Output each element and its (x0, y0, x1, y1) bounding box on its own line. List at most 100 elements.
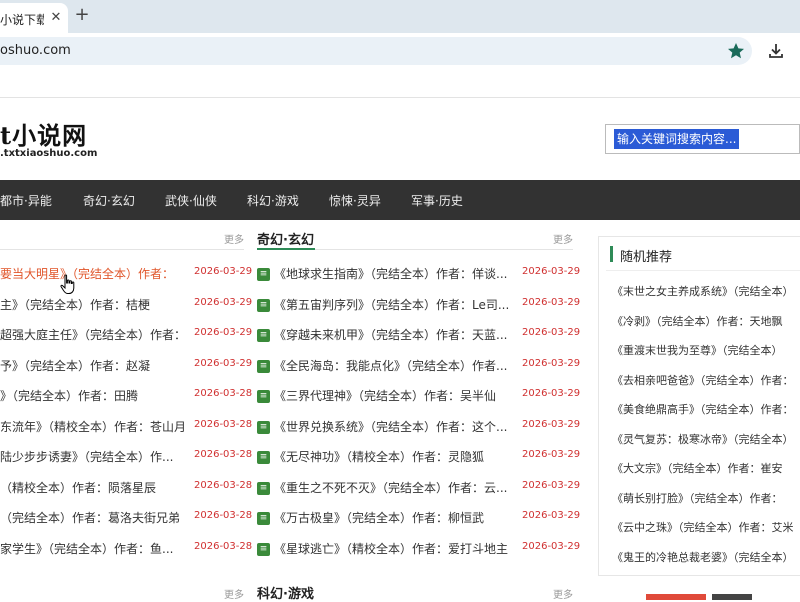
book-list-item[interactable]: ≡ 《万古极皇》（完结全本）作者：柳恒武 2026-03-29 (257, 509, 580, 529)
book-link[interactable]: （完结全本）作者：葛洛夫街兄弟 (0, 509, 190, 529)
book-link[interactable]: 超强大庭主任》（完结全本）作者： (0, 326, 190, 346)
book-link[interactable]: 《地球求生指南》（完结全本）作者：佯谈... (274, 265, 520, 285)
new-tab-button[interactable]: + (72, 6, 92, 26)
book-list-item[interactable]: （精校全本）作者：陨落星辰 2026-03-28 (0, 479, 252, 499)
book-icon: ≡ (257, 298, 270, 312)
sidebar-item[interactable]: 《萌长别打脸》（完结全本）作者： (612, 490, 800, 510)
book-list-item[interactable]: ≡ 《世界兑换系统》（完结全本）作者：这个... 2026-03-29 (257, 418, 580, 438)
nav-item-urban[interactable]: 都市·异能 (0, 192, 52, 209)
book-link[interactable]: 《世界兑换系统》（完结全本）作者：这个... (274, 418, 520, 438)
sidebar-item[interactable]: 《冷剥》（完结全本）作者：天地飘 (612, 313, 800, 333)
book-list-item[interactable]: 家学生》（完结全本）作者：鱼... 2026-03-28 (0, 540, 252, 560)
book-link[interactable]: 》（完结全本）作者：田腾 (0, 387, 190, 407)
sidebar-item[interactable]: 《灵气复苏：极寒冰帝》（完结全本） (612, 431, 800, 451)
book-list-item[interactable]: ≡ 《地球求生指南》（完结全本）作者：佯谈... 2026-03-29 (257, 265, 580, 285)
hand-cursor-icon (60, 274, 75, 294)
chrome-divider (0, 97, 800, 98)
book-date: 2026-03-28 (194, 388, 253, 399)
book-icon: ≡ (257, 329, 270, 342)
book-date: 2026-03-28 (194, 510, 253, 521)
sidebar-item[interactable]: 《大文宗》（完结全本）作者：崔安 (612, 460, 800, 480)
book-link[interactable]: 《重生之不死不灭》（完结全本）作者：云... (274, 479, 520, 499)
book-icon: ≡ (257, 512, 270, 525)
book-date: 2026-03-29 (522, 296, 581, 308)
book-icon: ≡ (257, 420, 270, 434)
book-date: 2026-03-29 (194, 357, 253, 369)
book-link[interactable]: （精校全本）作者：陨落星辰 (0, 479, 190, 499)
bottom-middle-section-title[interactable]: 科幻·游戏 (257, 583, 314, 602)
sidebar-item[interactable]: 《美食绝鼎高手》（完结全本）作者： (612, 401, 800, 421)
book-icon: ≡ (257, 451, 270, 464)
site-logo[interactable]: t小说网 (0, 116, 87, 151)
bottom-red-block (646, 594, 706, 600)
book-icon: ≡ (257, 542, 270, 556)
book-list-item[interactable]: 主》（完结全本）作者：桔梗 2026-03-29 (0, 296, 252, 316)
search-input[interactable]: 输入关键词搜索内容... (614, 129, 740, 149)
book-link[interactable]: 《穿越未来机甲》（完结全本）作者：天蓝... (274, 326, 520, 346)
book-list-item[interactable]: ≡ 《穿越未来机甲》（完结全本）作者：天蓝... 2026-03-29 (257, 326, 580, 346)
book-link[interactable]: 主》（完结全本）作者：桔梗 (0, 296, 190, 316)
book-link[interactable]: 东流年》（精校全本）作者：苍山月 (0, 418, 190, 438)
address-bar[interactable]: oshuo.com (0, 37, 752, 65)
book-date: 2026-03-29 (194, 296, 253, 308)
middle-section-title[interactable]: 奇幻·玄幻 (257, 229, 314, 248)
sidebar-item[interactable]: 《末世之女主养成系统》（完结全本） (612, 283, 800, 303)
browser-bookmarks-area (0, 69, 800, 97)
browser-tab-bar: 小说下载 ✕ + (0, 0, 800, 33)
book-list-item[interactable]: ≡ 《星球逃亡》（精校全本）作者：爱打斗地主 2026-03-29 (257, 540, 580, 560)
book-list-item[interactable]: 》（完结全本）作者：田腾 2026-03-28 (0, 387, 252, 407)
book-date: 2026-03-28 (194, 449, 253, 460)
browser-toolbar: oshuo.com (0, 33, 800, 69)
nav-item-military[interactable]: 军事·历史 (411, 192, 463, 209)
download-icon[interactable] (766, 41, 786, 61)
book-link[interactable]: 《星球逃亡》（精校全本）作者：爱打斗地主 (274, 540, 520, 560)
book-link[interactable]: 《万古极皇》（完结全本）作者：柳恒武 (274, 509, 520, 529)
sidebar-item[interactable]: 《去相亲吧爸爸》（完结全本）作者： (612, 372, 800, 392)
book-link[interactable]: 陆少步步诱妻》（完结全本）作... (0, 448, 190, 468)
book-icon: ≡ (257, 481, 270, 495)
search-box[interactable]: 输入关键词搜索内容... (605, 124, 800, 154)
book-link[interactable]: 《三界代理神》（完结全本）作者：吴半仙 (274, 387, 520, 407)
book-date: 2026-03-29 (194, 266, 253, 277)
book-list-item[interactable]: 陆少步步诱妻》（完结全本）作... 2026-03-28 (0, 448, 252, 468)
book-link[interactable]: 家学生》（完结全本）作者：鱼... (0, 540, 190, 560)
tab-close-icon[interactable]: ✕ (48, 9, 64, 27)
middle-section-more-link[interactable]: 更多 (553, 231, 573, 246)
browser-tab-active[interactable]: 小说下载 ✕ (0, 3, 68, 33)
category-nav: 都市·异能 奇幻·玄幻 武侠·仙侠 科幻·游戏 惊悚·灵异 军事·历史 (0, 180, 800, 220)
sidebar-item[interactable]: 《云中之珠》（完结全本）作者：艾米 (612, 519, 800, 539)
left-section-more-link[interactable]: 更多 (224, 231, 244, 246)
book-link[interactable]: 要当大明星》（完结全本）作者： (0, 265, 190, 285)
book-list-item[interactable]: （完结全本）作者：葛洛夫街兄弟 2026-03-28 (0, 509, 252, 529)
book-list-item[interactable]: ≡ 《重生之不死不灭》（完结全本）作者：云... 2026-03-29 (257, 479, 580, 499)
book-list-item[interactable]: ≡ 《全民海岛：我能点化》（完结全本）作者... 2026-03-29 (257, 357, 580, 377)
address-text[interactable]: oshuo.com (0, 43, 71, 58)
book-date: 2026-03-29 (522, 266, 581, 277)
book-icon: ≡ (257, 390, 270, 403)
book-date: 2026-03-28 (194, 540, 253, 552)
book-list-item[interactable]: 东流年》（精校全本）作者：苍山月 2026-03-28 (0, 418, 252, 438)
book-list-item[interactable]: ≡ 《无尽神功》（精校全本）作者：灵隐狐 2026-03-29 (257, 448, 580, 468)
book-list-item[interactable]: ≡ 《第五宙判序列》（完结全本）作者：Le司... 2026-03-29 (257, 296, 580, 316)
bottom-left-more-link[interactable]: 更多 (224, 586, 244, 601)
nav-item-horror[interactable]: 惊悚·灵异 (329, 192, 381, 209)
sidebar-item[interactable]: 《鬼王的冷艳总裁老婆》（完结全本） (612, 549, 800, 569)
nav-item-fantasy[interactable]: 奇幻·玄幻 (83, 192, 135, 209)
sidebar-title-accent (610, 246, 613, 262)
book-link[interactable]: 《第五宙判序列》（完结全本）作者：Le司... (274, 296, 520, 316)
book-list-item[interactable]: 要当大明星》（完结全本）作者： 2026-03-29 (0, 265, 252, 285)
book-link[interactable]: 《全民海岛：我能点化》（完结全本）作者... (274, 357, 520, 377)
book-list-item[interactable]: 予》（完结全本）作者：赵凝 2026-03-29 (0, 357, 252, 377)
sidebar-item[interactable]: 《重渡末世我为至尊》（完结全本） (612, 342, 800, 362)
bottom-middle-more-link[interactable]: 更多 (553, 586, 573, 601)
nav-item-scifi[interactable]: 科幻·游戏 (247, 192, 299, 209)
book-link[interactable]: 《无尽神功》（精校全本）作者：灵隐狐 (274, 448, 520, 468)
book-date: 2026-03-29 (194, 327, 253, 338)
book-list-item[interactable]: ≡ 《三界代理神》（完结全本）作者：吴半仙 2026-03-29 (257, 387, 580, 407)
book-link[interactable]: 予》（完结全本）作者：赵凝 (0, 357, 190, 377)
bottom-dark-block (712, 594, 752, 600)
book-list-item[interactable]: 超强大庭主任》（完结全本）作者： 2026-03-29 (0, 326, 252, 346)
star-icon[interactable] (726, 41, 746, 61)
nav-item-wuxia[interactable]: 武侠·仙侠 (165, 192, 217, 209)
book-date: 2026-03-28 (194, 418, 253, 430)
